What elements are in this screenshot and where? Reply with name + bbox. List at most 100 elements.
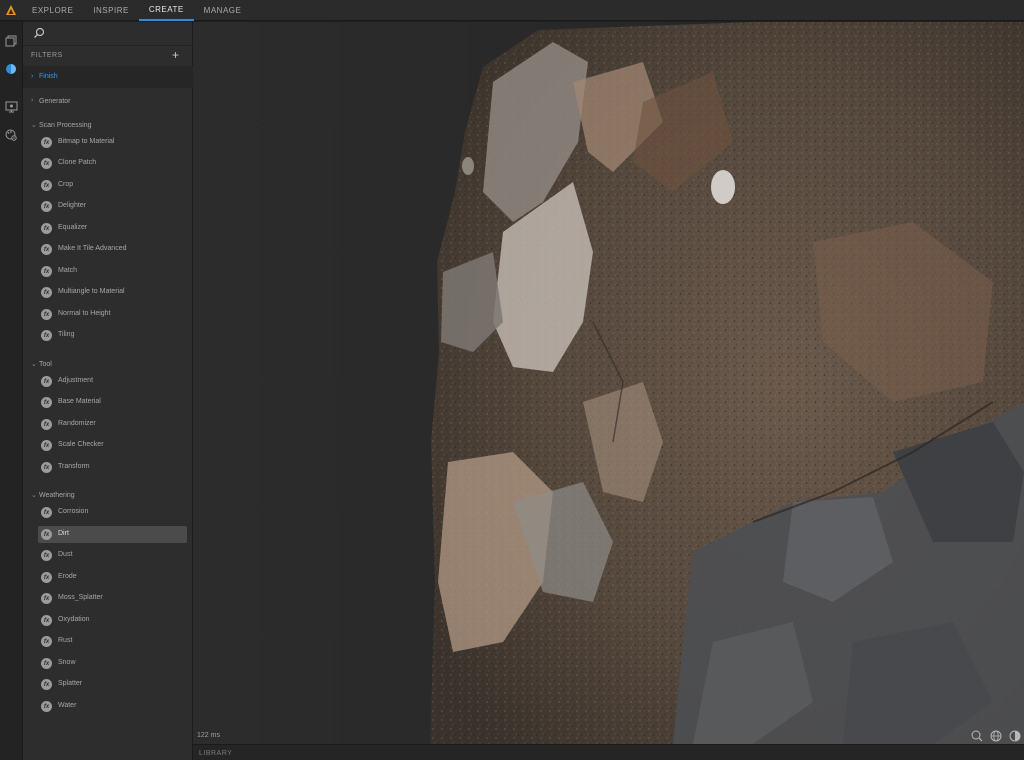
- fx-icon: fx: [41, 636, 52, 647]
- fx-icon: fx: [41, 529, 52, 540]
- filter-item-label: Snow: [58, 659, 76, 666]
- filter-item[interactable]: fx Water: [38, 698, 187, 715]
- add-filter-icon[interactable]: +: [172, 49, 182, 61]
- search-bar[interactable]: [23, 22, 193, 44]
- library-bar[interactable]: LIBRARY: [193, 744, 1024, 760]
- filters-title: FILTERS: [31, 52, 63, 59]
- filter-item-label: Adjustment: [58, 377, 94, 384]
- top-navigation-bar: EXPLORE INSPIRE CREATE MANAGE: [0, 0, 1024, 21]
- filter-item[interactable]: fx Equalizer: [38, 220, 187, 237]
- fx-icon: fx: [41, 679, 52, 690]
- chevron-down-icon: ⌄: [31, 492, 37, 499]
- fx-icon: fx: [41, 572, 52, 583]
- filter-item-label: Scale Checker: [58, 441, 104, 448]
- tab-create[interactable]: CREATE: [138, 0, 194, 21]
- filter-item[interactable]: fx Transform: [38, 459, 187, 476]
- fx-icon: fx: [41, 376, 52, 387]
- fx-icon: fx: [41, 180, 52, 191]
- fx-icon: fx: [41, 266, 52, 277]
- material-icon[interactable]: [4, 62, 18, 76]
- filter-item-label: Transform: [58, 463, 90, 470]
- filters-header: FILTERS +: [23, 45, 193, 65]
- filter-item[interactable]: fx Randomizer: [38, 416, 187, 433]
- rock-material-preview: [193, 22, 1024, 744]
- camera-reset-icon[interactable]: [1009, 730, 1021, 742]
- chevron-down-icon: ⌄: [31, 361, 37, 368]
- filter-item[interactable]: fx Bitmap to Material: [38, 134, 187, 151]
- filter-item[interactable]: fx Crop: [38, 177, 187, 194]
- library-icon[interactable]: [4, 34, 18, 48]
- filter-item-label: Make It Tile Advanced: [58, 245, 127, 252]
- search-icon[interactable]: [33, 27, 45, 39]
- fx-icon: fx: [41, 137, 52, 148]
- fx-icon: fx: [41, 507, 52, 518]
- fx-icon: fx: [41, 158, 52, 169]
- filter-item[interactable]: fx Multiangle to Material: [38, 284, 187, 301]
- filter-item[interactable]: fx Rust: [38, 633, 187, 650]
- filter-item-label: Equalizer: [58, 224, 88, 231]
- filter-item-label: Base Material: [58, 398, 101, 405]
- tab-explore[interactable]: EXPLORE: [22, 0, 83, 21]
- filter-item[interactable]: fx Scale Checker: [38, 437, 187, 454]
- fx-icon: fx: [41, 244, 52, 255]
- filter-item-label: Erode: [58, 573, 77, 580]
- filter-item[interactable]: fx Tiling: [38, 327, 187, 344]
- filter-item-label: Match: [58, 267, 78, 274]
- filter-item[interactable]: fx Dust: [38, 547, 187, 564]
- render-time-readout: 122 ms: [197, 732, 220, 739]
- tab-inspire[interactable]: INSPIRE: [83, 0, 139, 21]
- fx-icon: fx: [41, 223, 52, 234]
- category-tool[interactable]: ⌄ Tool: [23, 359, 193, 373]
- filter-item-label: Splatter: [58, 680, 83, 687]
- fx-icon: fx: [41, 550, 52, 561]
- fx-icon: fx: [41, 462, 52, 473]
- filter-item-selected[interactable]: fx Dirt: [38, 526, 187, 543]
- filter-item[interactable]: fx Adjustment: [38, 373, 187, 390]
- category-generator[interactable]: › Generator: [23, 96, 193, 110]
- filter-item[interactable]: fx Moss_Splatter: [38, 590, 187, 607]
- finish-label: Finish: [39, 73, 58, 80]
- category-label: Weathering: [39, 492, 75, 499]
- category-label: Generator: [39, 98, 71, 105]
- filters-panel: FILTERS + › Finish › Generator ⌄ Scan Pr…: [23, 22, 193, 760]
- 3d-viewport[interactable]: 122 ms: [193, 22, 1024, 744]
- filter-item[interactable]: fx Snow: [38, 655, 187, 672]
- filter-item[interactable]: fx Base Material: [38, 394, 187, 411]
- fx-icon: fx: [41, 615, 52, 626]
- left-icon-rail: [0, 22, 23, 760]
- finish-row[interactable]: › Finish: [23, 66, 193, 88]
- tab-manage[interactable]: MANAGE: [194, 0, 252, 21]
- category-label: Scan Processing: [39, 122, 92, 129]
- filter-item[interactable]: fx Splatter: [38, 676, 187, 693]
- filter-item-label: Multiangle to Material: [58, 288, 125, 295]
- fx-icon: fx: [41, 658, 52, 669]
- category-scan-processing[interactable]: ⌄ Scan Processing: [23, 120, 193, 134]
- filter-item[interactable]: fx Corrosion: [38, 504, 187, 521]
- filter-item[interactable]: fx Erode: [38, 569, 187, 586]
- fx-icon: fx: [41, 287, 52, 298]
- filter-item-label: Dirt: [58, 530, 69, 537]
- filter-item-label: Randomizer: [58, 420, 96, 427]
- zoom-icon[interactable]: [971, 730, 983, 742]
- settings-palette-icon[interactable]: [4, 128, 18, 142]
- filter-item-label: Moss_Splatter: [58, 594, 103, 601]
- viewport-icon[interactable]: [4, 100, 18, 114]
- filter-item[interactable]: fx Oxydation: [38, 612, 187, 629]
- filter-item[interactable]: fx Normal to Height: [38, 306, 187, 323]
- filter-item[interactable]: fx Match: [38, 263, 187, 280]
- fx-icon: fx: [41, 701, 52, 712]
- filter-item[interactable]: fx Delighter: [38, 198, 187, 215]
- filter-item[interactable]: fx Make It Tile Advanced: [38, 241, 187, 258]
- filter-item-label: Normal to Height: [58, 310, 111, 317]
- library-label: LIBRARY: [199, 750, 233, 757]
- filter-item-label: Delighter: [58, 202, 87, 209]
- filter-item[interactable]: fx Clone Patch: [38, 155, 187, 172]
- filter-item-label: Dust: [58, 551, 73, 558]
- chevron-right-icon: ›: [31, 73, 34, 80]
- fx-icon: fx: [41, 397, 52, 408]
- environment-icon[interactable]: [990, 730, 1002, 742]
- chevron-down-icon: ⌄: [31, 122, 37, 129]
- fx-icon: fx: [41, 440, 52, 451]
- category-weathering[interactable]: ⌄ Weathering: [23, 490, 193, 504]
- app-logo-icon[interactable]: [5, 4, 17, 16]
